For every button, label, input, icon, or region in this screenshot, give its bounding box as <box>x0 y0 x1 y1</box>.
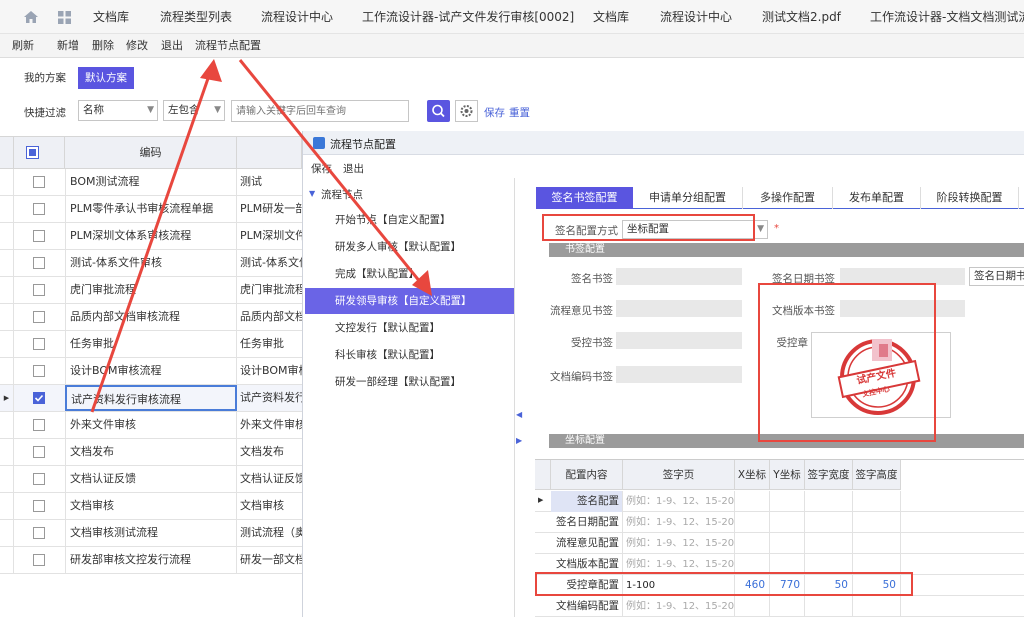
annotation-arrows <box>90 59 432 413</box>
annotation-arrow-line <box>90 66 214 413</box>
annotation-arrowhead-icon <box>200 59 222 82</box>
annotation-arrow-line <box>238 59 427 289</box>
